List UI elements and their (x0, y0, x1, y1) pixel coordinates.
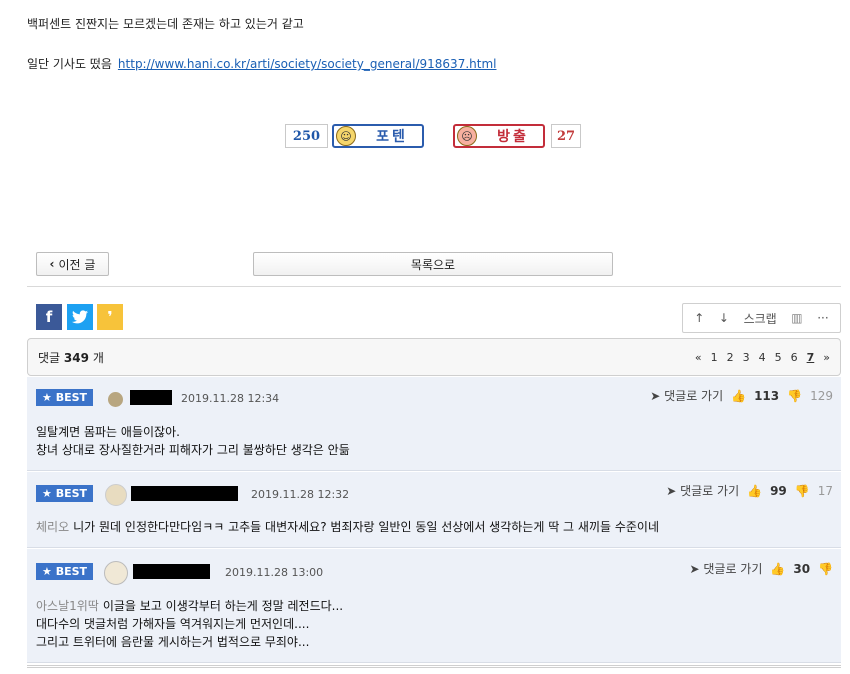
thumbs-up-icon[interactable]: 👍 (747, 484, 762, 498)
thumbs-up-icon[interactable]: 👍 (731, 389, 746, 403)
send-icon: ➤ (666, 484, 677, 498)
prev-post-button[interactable]: ‹ 이전 글 (36, 252, 109, 276)
comment-line: 그리고 트위터에 음란물 게시하는거 법적으로 무죄야... (36, 635, 310, 649)
twitter-share-icon[interactable] (67, 304, 93, 330)
reply-nickname[interactable]: 체리오 (36, 520, 69, 534)
arrow-down-icon[interactable]: ↓ (719, 311, 729, 325)
comment-pagination: « 1 2 3 4 5 6 7 » (695, 351, 830, 364)
page-link[interactable]: 1 (711, 351, 718, 364)
comments-label: 댓글 (38, 350, 61, 365)
page-link[interactable]: 5 (775, 351, 782, 364)
reply-link[interactable]: ➤ 댓글로 가기 (689, 560, 762, 577)
redacted-nickname (133, 564, 210, 579)
current-page-link[interactable]: 7 (807, 351, 815, 364)
chevron-left-icon: ‹ (49, 257, 55, 271)
page-link[interactable]: 4 (759, 351, 766, 364)
list-button[interactable]: 목록으로 (253, 252, 613, 276)
reply-link[interactable]: ➤ 댓글로 가기 (666, 482, 739, 499)
send-icon: ➤ (650, 389, 661, 403)
thumbs-down-icon[interactable]: 👎 (818, 562, 833, 576)
comment-date: 2019.11.28 12:34 (181, 392, 280, 405)
thumbs-down-icon[interactable]: 👎 (787, 389, 802, 403)
downvote-label: 방출 (497, 129, 529, 145)
thumbs-up-icon[interactable]: 👍 (770, 562, 785, 576)
comment-body: 일탈계면 몸파는 애들이잖아. 창녀 상대로 장사질한거라 피해자가 그리 불쌍… (36, 423, 350, 459)
comment-line: 이글을 보고 이생각부터 하는게 정말 레전드다... (102, 599, 344, 613)
like-count: 113 (754, 388, 780, 403)
scrap-button[interactable]: 스크랩 (744, 310, 777, 327)
comment-body: 아스날1위딱 이글을 보고 이생각부터 하는게 정말 레전드다... 대다수의 댓… (36, 597, 343, 651)
comment-item: ★ BEST 2019.11.28 12:32 ➤ 댓글로 가기 👍 99 👎 17… (27, 472, 841, 548)
next-page-icon[interactable]: » (823, 351, 830, 364)
comment-body: 체리오 니가 뭔데 인정한다만다임ㅋㅋ 고추들 대변자세요? 범죄자랑 일반인 동… (36, 518, 659, 536)
facebook-share-icon[interactable]: f (36, 304, 62, 330)
page-link[interactable]: 2 (727, 351, 734, 364)
page-link[interactable]: 6 (791, 351, 798, 364)
kakao-share-icon[interactable]: ❜ (97, 304, 123, 330)
like-count: 99 (770, 483, 787, 498)
arrow-up-icon[interactable]: ↑ (694, 311, 704, 325)
comment-meta: ➤ 댓글로 가기 👍 30 👎 (689, 560, 833, 577)
thumbs-down-face-icon: ☹ (457, 126, 477, 146)
downvote-count: 27 (551, 124, 581, 148)
dislike-count: 129 (810, 388, 833, 403)
comment-date: 2019.11.28 12:32 (251, 488, 350, 501)
page-link[interactable]: 3 (743, 351, 750, 364)
downvote-button[interactable]: ☹ 방출 (453, 124, 545, 148)
comment-meta: ➤ 댓글로 가기 👍 113 👎 129 (650, 387, 833, 404)
best-badge: ★ BEST (36, 485, 93, 502)
best-badge: ★ BEST (36, 563, 93, 580)
comment-date: 2019.11.28 13:00 (225, 566, 324, 579)
upvote-button[interactable]: ☺ 포텐 (332, 124, 424, 148)
like-count: 30 (793, 561, 811, 576)
prev-post-label: 이전 글 (58, 257, 96, 272)
stats-icon[interactable]: ▥ (791, 311, 802, 325)
avatar (104, 561, 128, 585)
first-page-icon[interactable]: « (695, 351, 702, 364)
comments-header: 댓글 349 개 « 1 2 3 4 5 6 7 » (27, 338, 841, 376)
avatar (105, 484, 127, 506)
comment-meta: ➤ 댓글로 가기 👍 99 👎 17 (666, 482, 833, 499)
reply-link[interactable]: ➤ 댓글로 가기 (650, 387, 723, 404)
redacted-nickname (130, 390, 172, 405)
reply-nickname[interactable]: 아스날1위딱 (36, 599, 99, 613)
divider (27, 286, 841, 287)
post-tools: ↑ ↓ 스크랩 ▥ ··· (682, 303, 841, 333)
post-text-prefix: 일단 기사도 떴음 (27, 57, 112, 71)
avatar (108, 392, 123, 407)
comment-line: 니가 뭔데 인정한다만다임ㅋㅋ 고추들 대변자세요? 범죄자랑 일반인 동일 선… (73, 520, 660, 534)
more-icon[interactable]: ··· (817, 311, 828, 325)
comments-count-number: 349 (63, 350, 89, 365)
post-text-line2: 일단 기사도 떴음 http://www.hani.co.kr/arti/soci… (27, 55, 496, 72)
send-icon: ➤ (689, 562, 700, 576)
comment-line: 일탈계면 몸파는 애들이잖아. (36, 425, 180, 439)
comment-item: ★ BEST 2019.11.28 13:00 ➤ 댓글로 가기 👍 30 👎 아… (27, 549, 841, 663)
comments-count-unit: 개 (92, 350, 104, 365)
thumbs-up-face-icon: ☺ (336, 126, 356, 146)
post-text-line1: 백퍼센트 진짠지는 모르겠는데 존재는 하고 있는거 같고 (27, 17, 304, 31)
divider (27, 665, 841, 668)
comments-count: 댓글 349 개 (38, 349, 104, 366)
upvote-label: 포텐 (376, 129, 408, 145)
article-link[interactable]: http://www.hani.co.kr/arti/society/socie… (118, 57, 497, 71)
thumbs-down-icon[interactable]: 👎 (795, 484, 810, 498)
comment-item: ★ BEST 2019.11.28 12:34 ➤ 댓글로 가기 👍 113 👎 1… (27, 377, 841, 471)
best-badge: ★ BEST (36, 389, 93, 406)
comment-line: 대다수의 댓글처럼 가해자들 역겨워지는게 먼저인데.... (36, 617, 310, 631)
dislike-count: 17 (817, 483, 833, 498)
redacted-nickname (131, 486, 238, 501)
upvote-count: 250 (285, 124, 328, 148)
comment-line: 창녀 상대로 장사질한거라 피해자가 그리 불쌍하단 생각은 안듦 (36, 443, 350, 457)
